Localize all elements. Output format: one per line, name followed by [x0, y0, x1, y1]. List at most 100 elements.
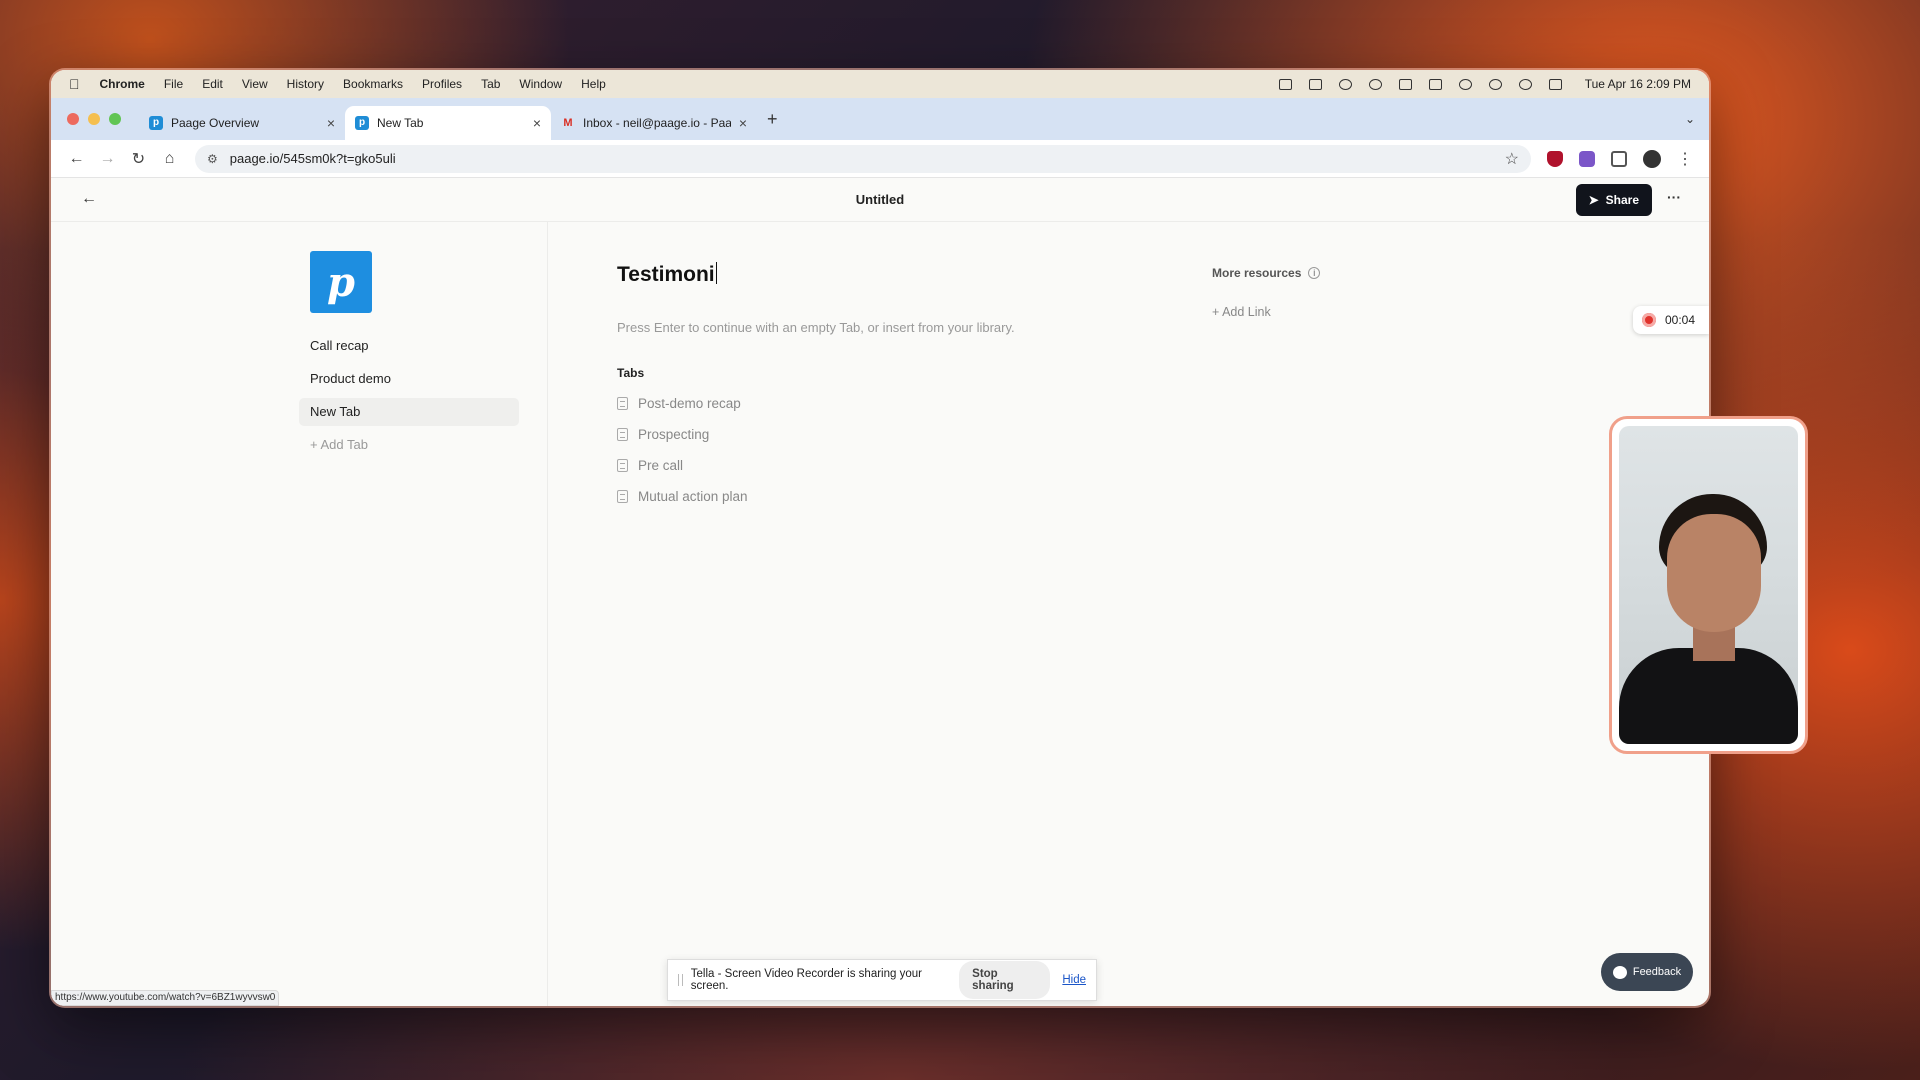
fullscreen-window-icon[interactable] [109, 113, 121, 125]
spotlight-search-icon[interactable] [1518, 78, 1532, 90]
text-caret [715, 262, 717, 284]
sidebar-item-call-recap[interactable]: Call recap [299, 332, 519, 360]
bluetooth-icon[interactable] [1398, 78, 1412, 90]
library-tab-mutual-action-plan[interactable]: Mutual action plan [617, 489, 748, 504]
back-arrow-icon[interactable]: ← [61, 150, 92, 168]
webcam-overlay[interactable] [1609, 416, 1808, 754]
control-center-icon[interactable] [1548, 78, 1562, 90]
add-link-label: Add Link [1222, 305, 1271, 319]
close-tab-icon[interactable]: × [327, 115, 335, 131]
browser-tab-paage-overview[interactable]: p Paage Overview × [139, 106, 345, 140]
paage-logo[interactable]: p [310, 251, 372, 313]
sharing-message: Tella - Screen Video Recorder is sharing… [690, 968, 922, 992]
app-header: ← Untitled ➤ Share ··· [51, 178, 1709, 222]
library-tab-pre-call[interactable]: Pre call [617, 458, 683, 473]
more-options-icon[interactable]: ··· [1667, 189, 1681, 205]
feedback-label: Feedback [1632, 966, 1682, 978]
info-icon[interactable]: i [1308, 267, 1321, 279]
tab-title-input[interactable]: Testimoni [617, 262, 717, 287]
new-tab-plus-icon[interactable]: + [767, 109, 778, 130]
empty-tab-hint: Press Enter to continue with an empty Ta… [617, 320, 1015, 335]
chat-bubble-icon [1612, 965, 1627, 979]
puzzle-extensions-icon[interactable] [1611, 150, 1627, 167]
document-icon [617, 490, 628, 503]
paage-icon: p [149, 116, 163, 130]
plus-icon: + [1212, 305, 1223, 319]
menu-view[interactable]: View [242, 77, 268, 91]
drag-handle-icon[interactable] [678, 974, 683, 986]
bookmark-star-icon[interactable]: ☆ [1505, 149, 1519, 169]
library-tab-label: Pre call [638, 458, 684, 473]
menu-profiles[interactable]: Profiles [422, 77, 462, 91]
ublock-icon[interactable] [1547, 150, 1563, 167]
more-resources-label: More resources [1212, 266, 1302, 280]
paage-icon: p [355, 116, 369, 130]
volume-icon[interactable] [1458, 78, 1472, 90]
library-tab-label: Prospecting [638, 427, 710, 442]
extensions-area: ⋮ [1547, 149, 1693, 169]
close-tab-icon[interactable]: × [739, 115, 747, 131]
sidebar-item-product-demo[interactable]: Product demo [299, 365, 519, 393]
stop-sharing-button[interactable]: Stop sharing [959, 961, 1051, 999]
browser-tab-title: Inbox - neil@paage.io - Paag [583, 116, 731, 130]
menubar-status-area: Tue Apr 16 2:09 PM [1278, 77, 1691, 91]
library-tab-prospecting[interactable]: Prospecting [617, 427, 709, 442]
menu-chrome[interactable]: Chrome [100, 77, 145, 91]
tab-title-text: Testimoni [617, 263, 715, 286]
tella-icon[interactable] [1338, 78, 1352, 90]
menu-help[interactable]: Help [581, 77, 606, 91]
extension-grid-icon[interactable] [1579, 150, 1595, 167]
apple-icon[interactable]:  [69, 76, 80, 92]
presenter-face [1667, 514, 1761, 632]
home-icon[interactable]: ⌂ [154, 150, 185, 168]
close-window-icon[interactable] [67, 113, 79, 125]
library-tab-label: Post-demo recap [638, 396, 741, 411]
camera-icon[interactable] [1278, 78, 1292, 90]
document-icon [617, 459, 628, 472]
menu-bookmarks[interactable]: Bookmarks [343, 77, 403, 91]
address-bar[interactable]: ⚙ paage.io/545sm0k?t=gko5uli ☆ [195, 144, 1531, 173]
menu-history[interactable]: History [287, 77, 324, 91]
moon-icon[interactable] [1368, 78, 1382, 90]
menu-tab[interactable]: Tab [481, 77, 500, 91]
page-title[interactable]: Untitled [51, 192, 1709, 207]
browser-tab-inbox[interactable]: M Inbox - neil@paage.io - Paag × [551, 106, 757, 140]
mac-menubar:  Chrome File Edit View History Bookmark… [51, 70, 1709, 98]
tab-search-chevron-icon[interactable]: ⌄ [1685, 112, 1695, 126]
browser-tab-new-tab[interactable]: p New Tab × [345, 106, 551, 140]
more-resources-heading: More resources i [1212, 266, 1321, 280]
browser-tab-title: New Tab [377, 116, 424, 130]
menu-file[interactable]: File [164, 77, 183, 91]
window-controls [67, 113, 121, 125]
menu-edit[interactable]: Edit [202, 77, 223, 91]
feedback-button[interactable]: Feedback [1601, 953, 1693, 991]
tabs-heading: Tabs [617, 366, 645, 380]
minimize-window-icon[interactable] [88, 113, 100, 125]
wifi-icon[interactable] [1488, 78, 1502, 90]
add-tab-button[interactable]: + Add Tab [299, 431, 519, 459]
site-settings-icon[interactable]: ⚙ [207, 152, 218, 166]
presenter-torso [1619, 648, 1798, 744]
screen-sharing-banner: Tella - Screen Video Recorder is sharing… [667, 959, 1097, 1001]
recording-timer[interactable]: 00:04 [1633, 306, 1709, 334]
profile-avatar[interactable] [1643, 149, 1661, 168]
library-tab-label: Mutual action plan [638, 489, 748, 504]
forward-arrow-icon[interactable]: → [92, 150, 123, 168]
library-tab-post-demo-recap[interactable]: Post-demo recap [617, 396, 741, 411]
document-icon [617, 397, 628, 410]
add-link-button[interactable]: + Add Link [1212, 305, 1271, 319]
share-button[interactable]: ➤ Share [1575, 184, 1652, 216]
menu-window[interactable]: Window [519, 77, 562, 91]
sidebar-item-new-tab[interactable]: New Tab [299, 398, 519, 426]
screen-share-icon[interactable] [1308, 78, 1322, 90]
close-tab-icon[interactable]: × [533, 115, 541, 131]
reload-icon[interactable]: ↻ [123, 149, 154, 169]
hide-banner-link[interactable]: Hide [1062, 974, 1086, 986]
share-button-label: Share [1605, 193, 1639, 207]
recording-time: 00:04 [1665, 313, 1696, 327]
chrome-menu-icon[interactable]: ⋮ [1677, 149, 1693, 169]
address-url: paage.io/545sm0k?t=gko5uli [229, 151, 396, 166]
menubar-clock[interactable]: Tue Apr 16 2:09 PM [1585, 77, 1691, 91]
battery-icon[interactable] [1428, 78, 1442, 90]
sidebar: p Call recap Product demo New Tab + Add … [51, 222, 548, 1006]
